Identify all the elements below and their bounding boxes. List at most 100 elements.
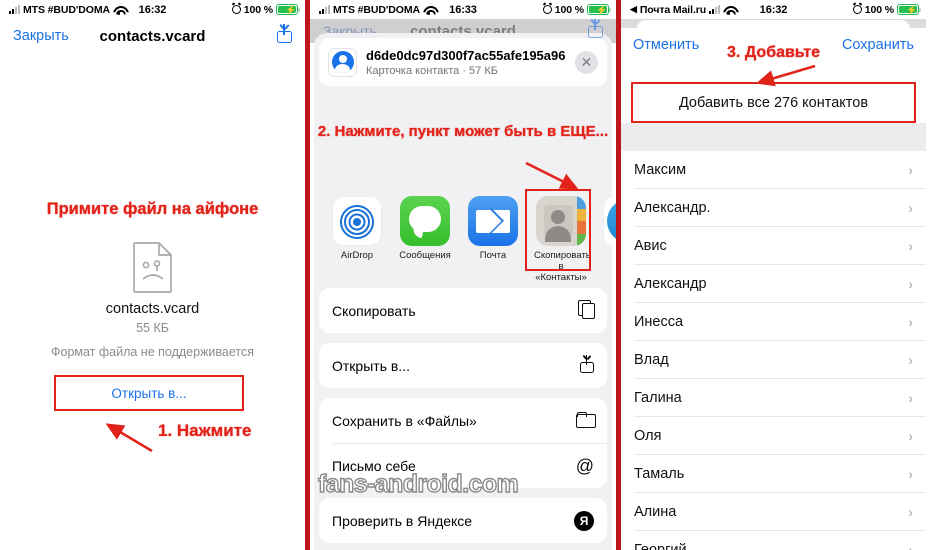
status-bar-1: MTS #BUD'DOMA 16:32 100 % ⚡ bbox=[0, 0, 305, 19]
contact-name: Влад bbox=[634, 352, 669, 368]
share-sheet-header: d6de0dc97d300f7ac55afe195a96... Карточка… bbox=[319, 38, 607, 86]
list-item[interactable]: Авис › bbox=[621, 227, 926, 265]
signal-bars-icon bbox=[9, 5, 20, 14]
file-name: contacts.vcard bbox=[105, 301, 200, 317]
yandex-icon: Я bbox=[574, 510, 594, 531]
status-left-3: ◀ Почта Mail.ru bbox=[630, 4, 735, 16]
list-item[interactable]: Инесса › bbox=[621, 303, 926, 341]
folder-icon bbox=[576, 412, 596, 428]
airdrop-icon bbox=[332, 196, 382, 246]
share-actions-list: Скопировать Открыть в... Сохранить в «Фа… bbox=[319, 288, 607, 550]
annotation-step-1: 1. Нажмите bbox=[0, 418, 305, 458]
contact-name: Галина bbox=[634, 390, 682, 406]
action-mail-to-self[interactable]: Письмо себе @ bbox=[319, 443, 607, 488]
open-in-highlight-box: Открыть в... bbox=[54, 375, 244, 411]
share-target-label: Почта bbox=[479, 250, 507, 261]
add-all-contacts-button[interactable]: Добавить все 276 контактов bbox=[679, 95, 868, 111]
share-target-label: Te bbox=[602, 250, 616, 261]
action-label: Письмо себе bbox=[332, 457, 416, 474]
list-item[interactable]: Галина › bbox=[621, 379, 926, 417]
chevron-right-icon: › bbox=[908, 466, 913, 482]
contact-name: Оля bbox=[634, 428, 662, 444]
wifi-icon bbox=[423, 5, 435, 15]
status-left-2: MTS #BUD'DOMA bbox=[319, 4, 435, 16]
battery-icon: ⚡ bbox=[587, 4, 611, 15]
unsupported-file-icon bbox=[132, 241, 174, 293]
list-item[interactable]: Влад › bbox=[621, 341, 926, 379]
status-right-3: 100 % ⚡ bbox=[852, 4, 921, 16]
list-item[interactable]: Георгий › bbox=[621, 531, 926, 550]
contact-name: Максим bbox=[634, 162, 687, 178]
action-save-to-files[interactable]: Сохранить в «Файлы» bbox=[319, 398, 607, 443]
annotation-step-2: 2. Нажмите, пункт может быть в ЕЩЕ... bbox=[317, 123, 609, 140]
list-item[interactable]: Тамаль › bbox=[621, 455, 926, 493]
battery-icon: ⚡ bbox=[897, 4, 921, 15]
share-file-name: d6de0dc97d300f7ac55afe195a96... bbox=[366, 47, 566, 63]
chevron-right-icon: › bbox=[908, 314, 913, 330]
list-item[interactable]: Оля › bbox=[621, 417, 926, 455]
arrow-to-copy-to-contacts bbox=[525, 161, 579, 190]
battery-percent-2: 100 % bbox=[554, 3, 584, 16]
share-target-telegram[interactable]: Te bbox=[602, 196, 616, 283]
contact-name: Инесса bbox=[634, 314, 684, 330]
contact-name: Александр bbox=[634, 276, 707, 292]
signal-bars-icon bbox=[319, 5, 330, 14]
contact-name: Георгий bbox=[634, 542, 687, 550]
action-open-in[interactable]: Открыть в... bbox=[319, 343, 607, 388]
action-group-2: Открыть в... bbox=[319, 343, 607, 388]
list-item[interactable]: Алина › bbox=[621, 493, 926, 531]
file-unsupported-message: Формат файла не поддерживается bbox=[50, 345, 254, 359]
add-all-highlight-box: Добавить все 276 контактов bbox=[631, 82, 916, 123]
chevron-right-icon: › bbox=[908, 162, 913, 178]
chevron-right-icon: › bbox=[908, 504, 913, 520]
battery-percent-1: 100 % bbox=[243, 3, 273, 16]
list-item[interactable]: Максим › bbox=[621, 151, 926, 189]
share-icon bbox=[277, 24, 292, 43]
annotation-step-1-label: 1. Нажмите bbox=[158, 421, 252, 440]
arrow-to-add-all-button bbox=[756, 64, 816, 87]
annotation-accept-file: Примите файл на айфоне bbox=[46, 200, 259, 218]
back-arrow-icon[interactable]: ◀ bbox=[630, 5, 637, 14]
action-check-in-yandex[interactable]: Проверить в Яндексе Я bbox=[319, 498, 607, 543]
carrier-label-1: MTS #BUD'DOMA bbox=[23, 3, 110, 16]
share-target-label: AirDrop bbox=[340, 250, 374, 261]
returning-app-label: Почта Mail.ru bbox=[639, 3, 707, 16]
action-label: Открыть в... bbox=[332, 357, 410, 374]
telegram-icon bbox=[604, 196, 616, 246]
share-button[interactable] bbox=[277, 24, 292, 48]
action-copy[interactable]: Скопировать bbox=[319, 288, 607, 333]
status-right-2: 100 % ⚡ bbox=[542, 3, 611, 16]
share-target-messages[interactable]: Сообщения bbox=[398, 196, 452, 283]
contact-name: Авис bbox=[634, 238, 667, 254]
action-group-3: Сохранить в «Файлы» Письмо себе @ bbox=[319, 398, 607, 488]
close-icon[interactable]: ✕ bbox=[575, 50, 598, 74]
chevron-right-icon: › bbox=[908, 200, 913, 216]
status-left-1: MTS #BUD'DOMA bbox=[9, 4, 125, 16]
contact-name: Алина bbox=[634, 504, 677, 520]
list-item[interactable]: Александр. › bbox=[621, 189, 926, 227]
contact-name: Александр. bbox=[634, 200, 711, 216]
alarm-icon bbox=[231, 5, 241, 14]
chevron-right-icon: › bbox=[908, 542, 913, 550]
highlight-box-copy-to-contacts bbox=[525, 189, 591, 271]
share-icon bbox=[580, 355, 594, 373]
open-in-button[interactable]: Открыть в... bbox=[111, 386, 186, 401]
share-target-mail[interactable]: Почта bbox=[466, 196, 520, 283]
alarm-icon bbox=[542, 5, 552, 14]
close-button[interactable]: Закрыть bbox=[13, 28, 69, 44]
share-target-label: Сообщения bbox=[399, 250, 451, 261]
list-item[interactable]: Александр › bbox=[621, 265, 926, 303]
chevron-right-icon: › bbox=[908, 238, 913, 254]
contact-card-icon bbox=[328, 47, 357, 77]
chevron-right-icon: › bbox=[908, 352, 913, 368]
panel-step-2: MTS #BUD'DOMA 16:33 100 % ⚡ Закрыть cont… bbox=[310, 0, 616, 550]
status-bar-2: MTS #BUD'DOMA 16:33 100 % ⚡ bbox=[310, 0, 616, 19]
copy-icon bbox=[578, 300, 595, 319]
file-preview: contacts.vcard 55 КБ Формат файла не под… bbox=[0, 241, 305, 359]
arrow-to-open-button bbox=[105, 423, 153, 453]
share-target-airdrop[interactable]: AirDrop bbox=[330, 196, 384, 283]
at-icon: @ bbox=[575, 455, 594, 476]
dimmed-share-icon bbox=[588, 19, 603, 43]
panel-step-1: MTS #BUD'DOMA 16:32 100 % ⚡ Закрыть cont… bbox=[0, 0, 305, 550]
action-group-1: Скопировать bbox=[319, 288, 607, 333]
